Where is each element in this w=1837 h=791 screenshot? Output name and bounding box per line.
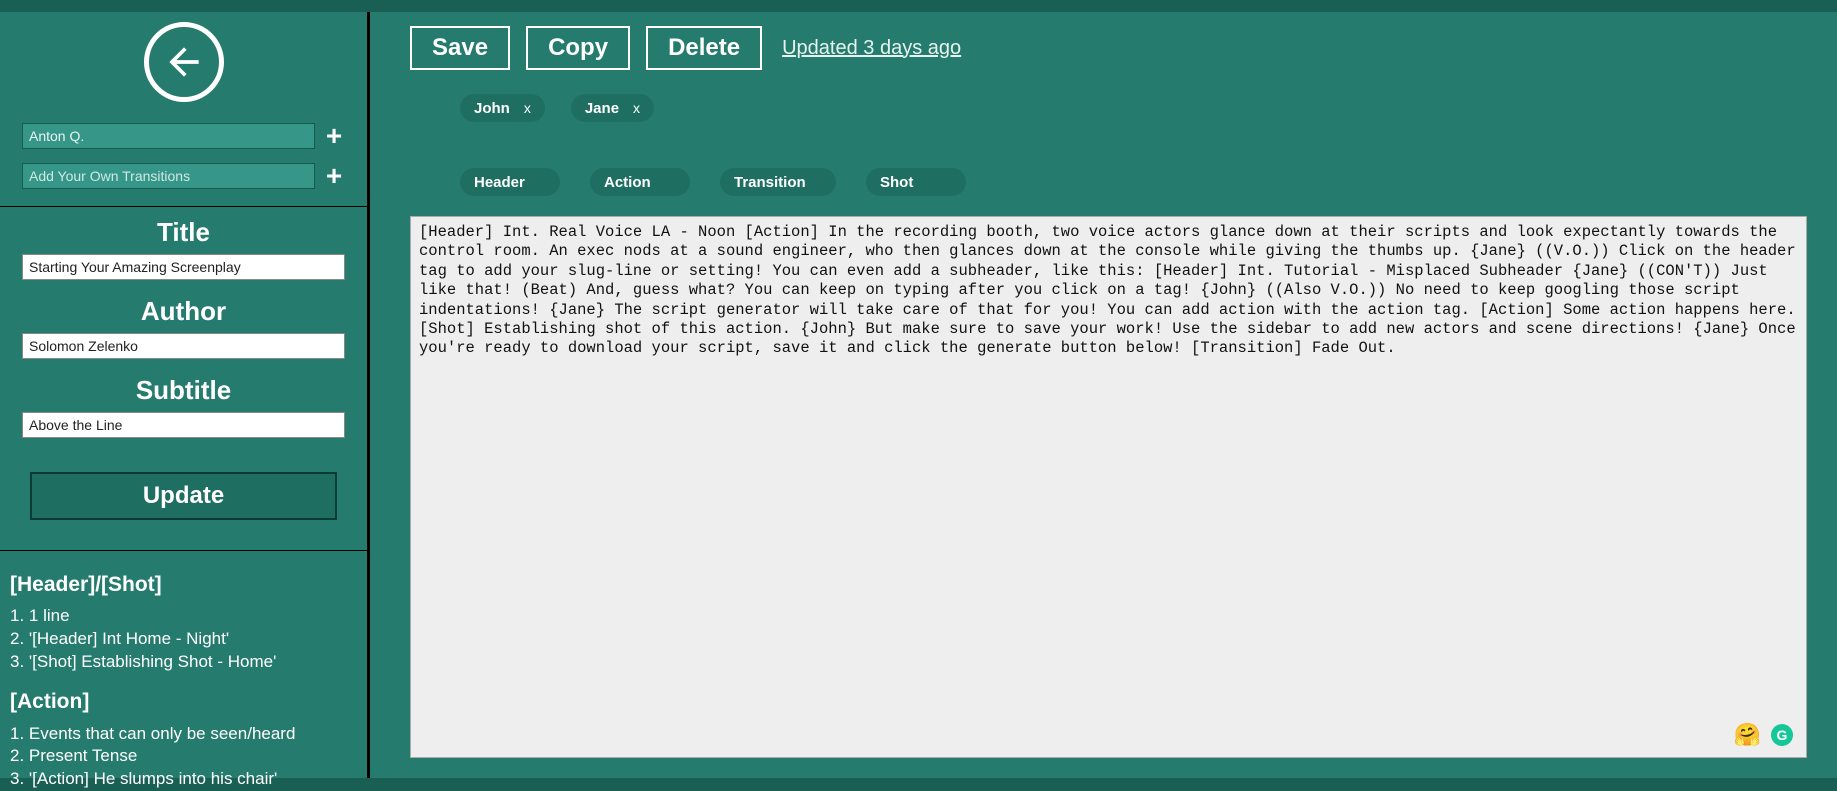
chip-label: John	[474, 100, 510, 117]
help-item: Present Tense	[10, 745, 357, 768]
delete-button[interactable]: Delete	[646, 26, 762, 70]
tag-action-button[interactable]: Action	[590, 168, 690, 196]
add-transition-button[interactable]: +	[323, 160, 345, 192]
add-transition-input[interactable]	[22, 163, 315, 189]
help-header-shot-title: [Header]/[Shot]	[10, 571, 357, 599]
help-item: '[Action] He slumps into his chair'	[10, 768, 357, 791]
update-button[interactable]: Update	[30, 472, 337, 520]
back-button-wrap	[0, 12, 367, 120]
help-action-list: Events that can only be seen/heard Prese…	[10, 723, 357, 791]
tag-header-button[interactable]: Header	[460, 168, 560, 196]
editor-wrap: 🤗 G	[410, 216, 1807, 758]
add-actor-row: +	[0, 120, 367, 160]
add-transition-row: +	[0, 160, 367, 206]
tag-transition-button[interactable]: Transition	[720, 168, 836, 196]
save-button[interactable]: Save	[410, 26, 510, 70]
editor-corner-icons: 🤗 G	[1734, 722, 1793, 748]
update-wrap: Update	[0, 444, 367, 550]
author-input[interactable]	[22, 333, 345, 359]
tag-buttons: Header Action Transition Shot	[410, 168, 1807, 196]
chip-remove-icon[interactable]: x	[633, 100, 640, 116]
character-chip-jane[interactable]: Jane x	[571, 94, 654, 122]
help-panel: [Header]/[Shot] 1 line '[Header] Int Hom…	[0, 550, 367, 791]
help-header-shot-list: 1 line '[Header] Int Home - Night' '[Sho…	[10, 605, 357, 674]
main-panel: Save Copy Delete Updated 3 days ago John…	[370, 12, 1837, 778]
app-root: + + Title Author Subtitle Update [Header…	[0, 0, 1837, 778]
add-actor-button[interactable]: +	[323, 120, 345, 152]
hug-emoji-icon[interactable]: 🤗	[1734, 722, 1761, 748]
title-section: Title	[0, 207, 367, 286]
help-item: Events that can only be seen/heard	[10, 723, 357, 746]
author-section: Author	[0, 286, 367, 365]
back-button[interactable]	[144, 22, 224, 102]
author-label: Author	[22, 296, 345, 327]
help-action-title: [Action]	[10, 688, 357, 716]
tag-shot-button[interactable]: Shot	[866, 168, 966, 196]
grammarly-icon[interactable]: G	[1771, 724, 1793, 746]
subtitle-input[interactable]	[22, 412, 345, 438]
script-editor[interactable]	[410, 216, 1807, 758]
add-actor-input[interactable]	[22, 123, 315, 149]
character-chip-john[interactable]: John x	[460, 94, 545, 122]
help-item: '[Header] Int Home - Night'	[10, 628, 357, 651]
subtitle-label: Subtitle	[22, 375, 345, 406]
character-chips: John x Jane x	[410, 94, 1807, 122]
chip-label: Jane	[585, 100, 619, 117]
sidebar: + + Title Author Subtitle Update [Header…	[0, 12, 370, 778]
title-label: Title	[22, 217, 345, 248]
title-input[interactable]	[22, 254, 345, 280]
help-item: 1 line	[10, 605, 357, 628]
chip-remove-icon[interactable]: x	[524, 100, 531, 116]
toolbar: Save Copy Delete Updated 3 days ago	[410, 12, 1807, 94]
subtitle-section: Subtitle	[0, 365, 367, 444]
help-item: '[Shot] Establishing Shot - Home'	[10, 651, 357, 674]
arrow-left-icon	[162, 40, 206, 84]
updated-timestamp: Updated 3 days ago	[782, 37, 961, 60]
copy-button[interactable]: Copy	[526, 26, 630, 70]
